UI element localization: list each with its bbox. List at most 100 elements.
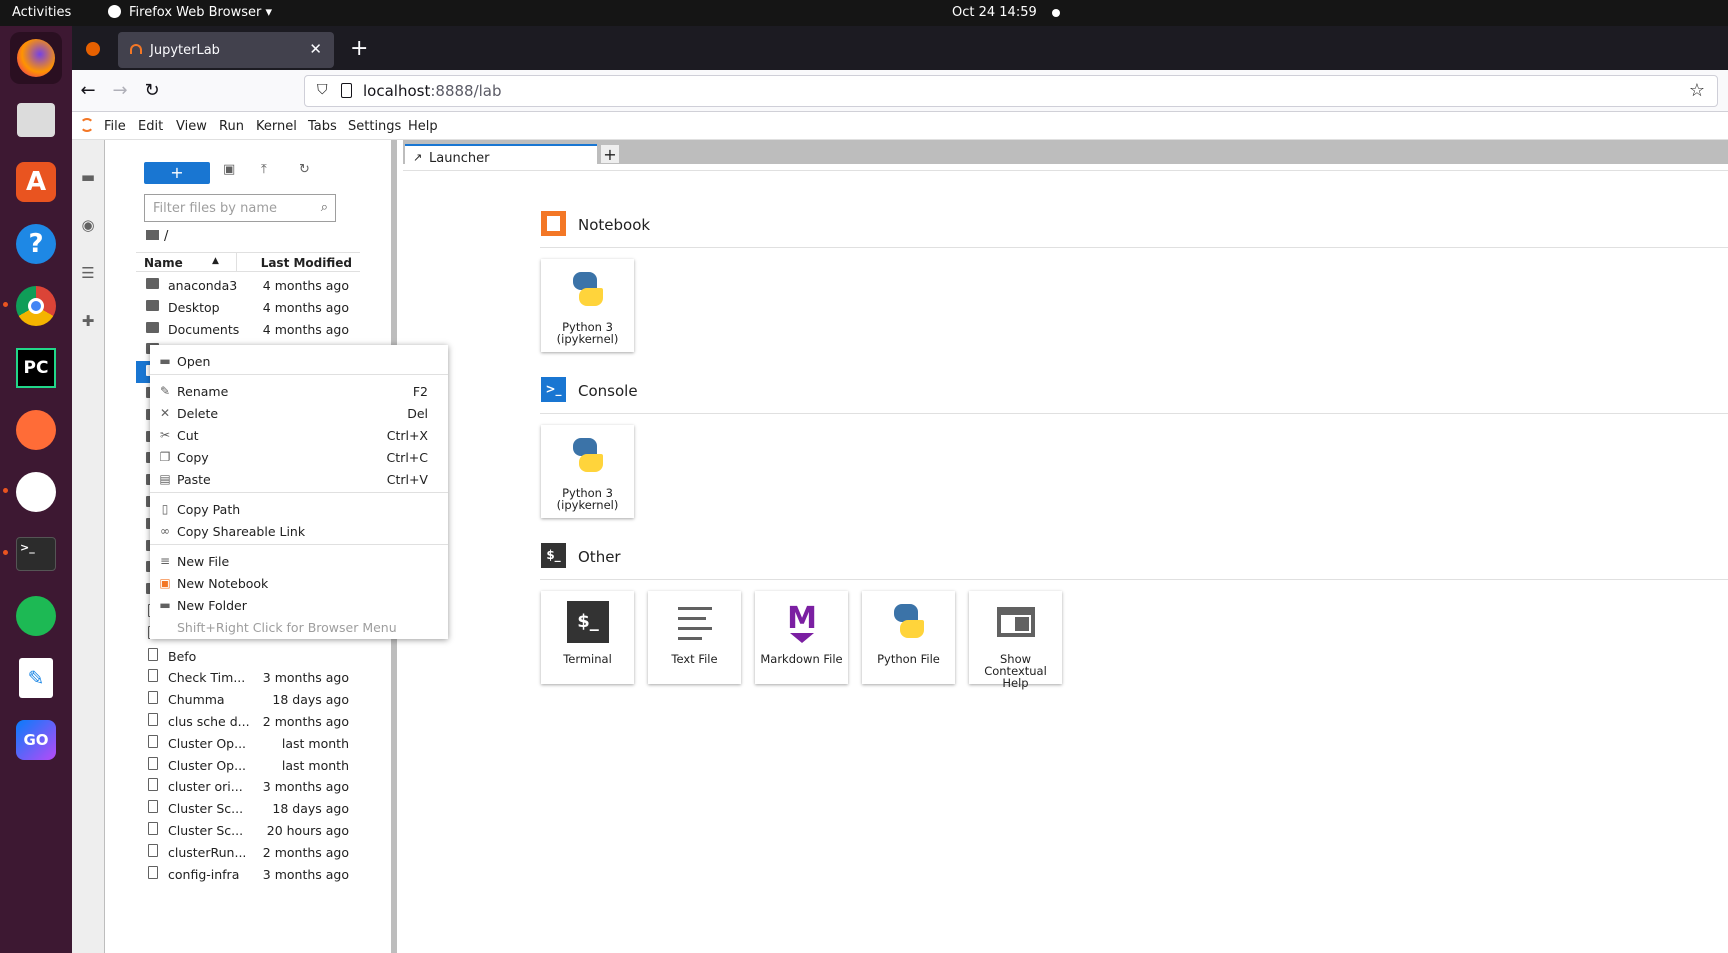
column-last-modified[interactable]: Last Modified	[261, 256, 352, 270]
file-row[interactable]: Cluster Op... last month	[136, 732, 360, 754]
file-browser-tab-icon[interactable]: ▬	[78, 168, 98, 188]
gnome-top-bar: Activities Firefox Web Browser ▾ Oct 24 …	[0, 0, 1728, 26]
running-sessions-tab-icon[interactable]: ◉	[78, 216, 98, 236]
menu-item-cut[interactable]: ✂ Cut Ctrl+X	[150, 425, 448, 447]
close-tab-icon[interactable]: ✕	[309, 40, 322, 58]
activities-button[interactable]: Activities	[12, 5, 71, 20]
menu-item-new-notebook[interactable]: ▣ New Notebook	[150, 573, 448, 595]
menu-item-label: Cut	[177, 428, 199, 443]
file-icon: ▯	[161, 502, 169, 516]
file-row[interactable]: config-infra 3 months ago	[136, 863, 360, 885]
dock-files[interactable]	[10, 94, 62, 146]
breadcrumb[interactable]: /	[146, 229, 168, 244]
add-launcher-button[interactable]: +	[600, 144, 620, 164]
back-button[interactable]: ←	[74, 77, 102, 105]
file-row[interactable]: Cluster Sc... 20 hours ago	[136, 819, 360, 841]
section-title-other: Other	[578, 548, 621, 566]
dock-terminal[interactable]: >_	[10, 528, 62, 580]
dock-slack[interactable]	[10, 466, 62, 518]
filter-files-input[interactable]: Filter files by name ⌕	[144, 194, 336, 222]
launcher-card-python-file[interactable]: Python File	[862, 591, 955, 684]
menu-kernel[interactable]: Kernel	[256, 119, 297, 134]
menu-tabs[interactable]: Tabs	[308, 119, 337, 134]
upload-icon[interactable]: ⤒	[261, 162, 267, 177]
launcher-card-terminal[interactable]: $_ Terminal	[541, 591, 634, 684]
file-row[interactable]: Cluster Op... last month	[136, 754, 360, 776]
menu-file[interactable]: File	[104, 119, 126, 134]
menu-item-copy[interactable]: ❐ Copy Ctrl+C	[150, 447, 448, 469]
menu-help[interactable]: Help	[408, 119, 438, 134]
app-menu-label: Firefox Web Browser ▾	[129, 5, 272, 20]
app-menu[interactable]: Firefox Web Browser ▾	[108, 5, 272, 20]
launcher-card-markdown-file[interactable]: M Markdown File	[755, 591, 848, 684]
filter-placeholder: Filter files by name	[153, 201, 277, 216]
goland-icon: GO	[16, 720, 56, 760]
page-info-icon[interactable]	[341, 83, 352, 98]
dock-goland[interactable]: GO	[10, 714, 62, 766]
file-row[interactable]: clus sche d... 2 months ago	[136, 710, 360, 732]
column-name[interactable]: Name	[144, 256, 183, 270]
menu-item-copy-path[interactable]: ▯ Copy Path	[150, 499, 448, 521]
file-row[interactable]: clusterRun... 2 months ago	[136, 841, 360, 863]
folder-row[interactable]: anaconda3 4 months ago	[136, 274, 360, 296]
new-tab-button[interactable]: +	[350, 36, 368, 61]
new-launcher-button[interactable]: +	[144, 162, 210, 184]
file-row[interactable]: cluster ori... 3 months ago	[136, 775, 360, 797]
card-label: Text File	[671, 652, 718, 666]
file-name: Cluster Op...	[168, 735, 247, 751]
menu-item-open[interactable]: ▬ Open	[150, 351, 448, 373]
dock-chrome[interactable]	[10, 280, 62, 332]
folder-row[interactable]: Documents 4 months ago	[136, 318, 360, 340]
file-name: clusterRun...	[168, 844, 247, 860]
menu-separator	[150, 492, 448, 493]
dock-firefox[interactable]	[10, 32, 62, 84]
file-row[interactable]: Chumma 18 days ago	[136, 688, 360, 710]
dock-postman[interactable]	[10, 404, 62, 456]
forward-button[interactable]: →	[106, 77, 134, 105]
file-row[interactable]: Cluster Sc... 18 days ago	[136, 797, 360, 819]
jupyter-menu-bar: File Edit View Run Kernel Tabs Settings …	[72, 112, 1728, 140]
menu-item-shortcut: Del	[407, 406, 428, 421]
dock-help[interactable]: ?	[10, 218, 62, 270]
launcher-card-contextual-help[interactable]: Show Contextual Help	[969, 591, 1062, 689]
file-name: Befo	[168, 648, 197, 664]
file-modified: 2 months ago	[262, 844, 349, 860]
dock-pycharm[interactable]: PC	[10, 342, 62, 394]
browser-tab[interactable]: JupyterLab ✕	[118, 32, 334, 68]
clock[interactable]: Oct 24 14:59	[952, 5, 1037, 20]
menu-item-new-folder[interactable]: ▬ New Folder	[150, 595, 448, 617]
table-of-contents-tab-icon[interactable]: ☰	[78, 264, 98, 284]
new-folder-icon[interactable]: ▣	[223, 162, 235, 177]
menu-item-delete[interactable]: ✕ Delete Del	[150, 403, 448, 425]
menu-view[interactable]: View	[176, 119, 207, 134]
menu-item-new-file[interactable]: ≡ New File	[150, 551, 448, 573]
firefox-view-icon[interactable]	[86, 42, 100, 56]
file-row[interactable]: Befo	[136, 645, 360, 667]
section-divider	[540, 247, 1728, 248]
bookmark-star-icon[interactable]: ☆	[1689, 80, 1705, 101]
menu-settings[interactable]: Settings	[348, 119, 401, 134]
reload-button[interactable]: ↻	[138, 77, 166, 105]
shield-icon[interactable]: ⛉	[317, 82, 328, 98]
dock-text-editor[interactable]: ✎	[10, 652, 62, 704]
menu-item-copy-shareable-link[interactable]: ∞ Copy Shareable Link	[150, 521, 448, 543]
file-row[interactable]: Check Tim... 3 months ago	[136, 666, 360, 688]
extensions-tab-icon[interactable]: ✚	[78, 312, 98, 332]
menu-item-paste[interactable]: ▤ Paste Ctrl+V	[150, 469, 448, 491]
dock-software[interactable]: A	[10, 156, 62, 208]
folder-row[interactable]: Desktop 4 months ago	[136, 296, 360, 318]
url-bar[interactable]: ⛉ localhost:8888/lab ☆	[304, 75, 1718, 107]
launcher-card-text-file[interactable]: Text File	[648, 591, 741, 684]
menu-run[interactable]: Run	[219, 119, 244, 134]
launcher-card-python3-console[interactable]: Python 3 (ipykernel)	[541, 425, 634, 518]
dock-spotify[interactable]	[10, 590, 62, 642]
launcher-tab[interactable]: ↗ Launcher	[405, 144, 597, 170]
link-icon: ∞	[160, 524, 170, 538]
pencil-icon: ✎	[159, 384, 171, 398]
menu-edit[interactable]: Edit	[138, 119, 163, 134]
launcher-card-python3-notebook[interactable]: Python 3 (ipykernel)	[541, 259, 634, 352]
refresh-icon[interactable]: ↻	[299, 162, 310, 177]
url-text: localhost:8888/lab	[363, 82, 502, 100]
menu-item-shortcut: Ctrl+V	[386, 472, 428, 487]
menu-item-rename[interactable]: ✎ Rename F2	[150, 381, 448, 403]
